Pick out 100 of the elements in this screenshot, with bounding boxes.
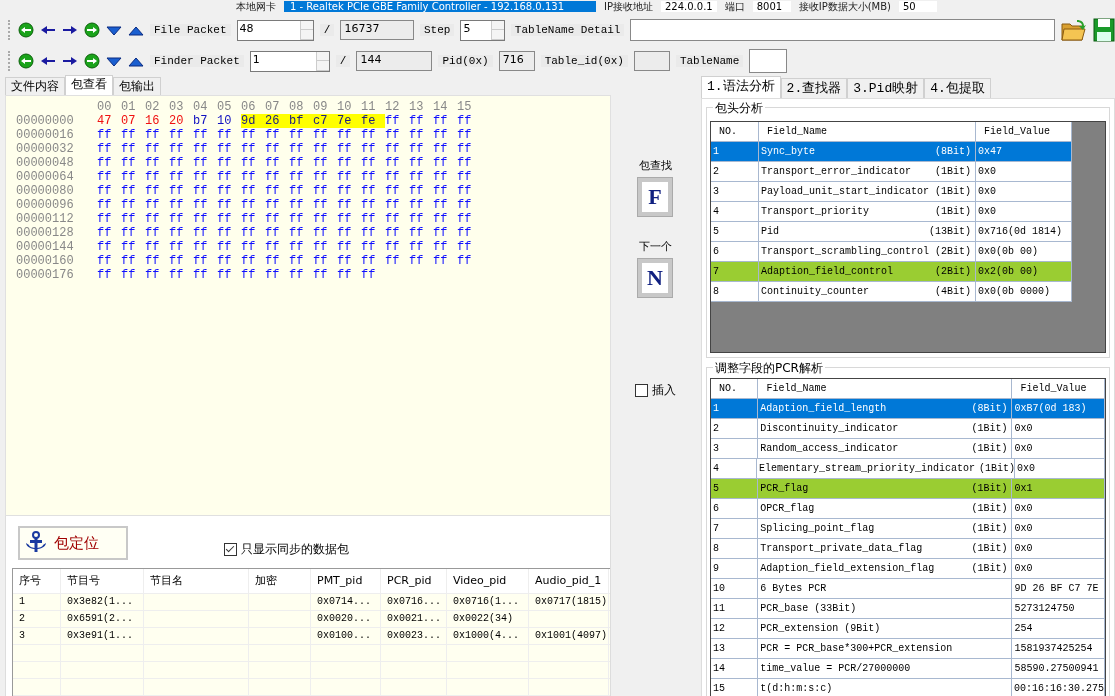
table-row[interactable]: 3 Random_access_indicator (1Bit) 0x0 [711, 439, 1105, 459]
hex-byte: ff [337, 198, 353, 212]
bit-width: (1Bit) [934, 165, 971, 179]
column-header[interactable]: 节目号 [61, 569, 144, 593]
field-name: PCR_flag [760, 482, 809, 496]
hex-byte: ff [313, 254, 329, 268]
hex-byte: ff [289, 254, 305, 268]
hex-byte: ff [337, 226, 353, 240]
hex-byte: ff [145, 184, 161, 198]
column-header[interactable]: PCR_pid [381, 569, 447, 593]
tab[interactable]: 文件内容 [5, 77, 65, 95]
save-icon[interactable] [1093, 18, 1115, 42]
field-value: 0x0 [1014, 502, 1033, 516]
spin-field[interactable]: 5 [460, 19, 505, 41]
table-row[interactable]: 1 Sync_byte (8Bit) 0x47 [711, 142, 1072, 162]
column-header[interactable]: Audio_pid_1 [529, 569, 609, 593]
hex-byte: ff [457, 198, 473, 212]
field-label: 端口 [724, 0, 745, 14]
field-value: 0x0 [978, 205, 996, 219]
spin-buttons[interactable] [315, 51, 329, 71]
tab[interactable]: 4.包提取 [924, 78, 991, 98]
column-header[interactable]: 序号 [13, 569, 61, 593]
table-row[interactable]: 3 Payload_unit_start_indicator (1Bit) 0x0 [711, 182, 1072, 202]
table-row[interactable]: 15 t(d:h:m:s:c) 00:16:16:30.275 [711, 679, 1105, 696]
hex-byte: ff [337, 212, 353, 226]
next-button[interactable]: N [637, 258, 673, 298]
table-row[interactable]: 4 Transport_priority (1Bit) 0x0 [711, 202, 1072, 222]
hex-byte: ff [337, 268, 353, 282]
hex-byte: ff [337, 128, 353, 142]
checkbox[interactable] [224, 542, 237, 556]
input-field[interactable]: 50 [899, 1, 937, 12]
hex-byte: ff [313, 170, 329, 184]
table-row[interactable]: 11 PCR_base (33Bit) 5273124750 [711, 599, 1105, 619]
field-value: 0x0 [1014, 442, 1033, 456]
table-row[interactable]: 1 Adaption_field_length (8Bit) 0xB7(0d 183) [711, 399, 1105, 419]
table-row[interactable]: 5 PCR_flag (1Bit) 0x1 [711, 479, 1105, 499]
table-row[interactable]: 6 OPCR_flag (1Bit) 0x0 [711, 499, 1105, 519]
table-row[interactable]: 8 Transport_private_data_flag (1Bit) 0x0 [711, 539, 1105, 559]
field-name: Elementary_stream_priority_indicator [759, 462, 976, 476]
hex-byte: ff [265, 268, 281, 282]
first-icon[interactable] [18, 53, 34, 69]
column-header[interactable]: Video_pid [447, 569, 529, 593]
hex-byte: fe [361, 114, 385, 128]
table-cell: 0x3e91(1... [61, 628, 144, 644]
hex-byte: ff [433, 170, 449, 184]
offset-label: 00000032 [16, 142, 75, 156]
input-field[interactable] [749, 49, 788, 73]
table-row[interactable]: 4 Elementary_stream_priority_indicator (1Bit) 0x0 [711, 459, 1105, 479]
table-row[interactable]: 2 Discontinuity_indicator (1Bit) 0x0 [711, 419, 1105, 439]
field-value: 0x716(0d 1814) [978, 225, 1062, 239]
field-name: Pid [761, 225, 779, 239]
toolbar-grip[interactable] [8, 51, 12, 71]
table-row[interactable]: 7 Splicing_point_flag (1Bit) 0x0 [711, 519, 1105, 539]
last-icon[interactable] [84, 53, 100, 69]
table-row[interactable]: 9 Adaption_field_extension_flag (1Bit) 0x0 [711, 559, 1105, 579]
tab[interactable]: 3.Pid映射 [847, 78, 925, 98]
column-header[interactable]: 加密 [249, 569, 311, 593]
hex-byte: ff [289, 240, 305, 254]
tab[interactable]: 包查看 [65, 75, 113, 95]
table-cell: 0x3e82(1... [61, 594, 144, 610]
table-row[interactable]: 2 Transport_error_indicator (1Bit) 0x0 [711, 162, 1072, 182]
table-row[interactable]: 13 PCR = PCR_base*300+PCR_extension 1581937425254 [711, 639, 1105, 659]
folder-icon[interactable] [1061, 18, 1087, 42]
spin-field[interactable]: 1 [249, 50, 330, 72]
adapter-dropdown[interactable]: 1 - Realtek PCIe GBE Family Controller - 192.168.0.131 [284, 1, 596, 12]
tab[interactable]: 包输出 [113, 77, 161, 95]
offset-label: 00000000 [16, 114, 75, 128]
find-button[interactable]: F [637, 177, 673, 217]
field-label: 接收IP数据大小(MB) [798, 0, 891, 14]
hex-byte: ff [145, 268, 161, 282]
hex-byte: ff [121, 128, 137, 142]
table-row[interactable]: 6 Transport_scrambling_control (2Bit) 0x0(0b 00) [711, 242, 1072, 262]
spin-buttons[interactable] [490, 20, 504, 40]
hex-byte: ff [265, 254, 281, 268]
table-row[interactable]: 7 Adaption_field_control (2Bit) 0x2(0b 00) [711, 262, 1072, 282]
spin-field[interactable]: 48 [236, 19, 314, 41]
column-header[interactable]: 节目名 [144, 569, 249, 593]
insert-checkbox[interactable]: 插入 [634, 382, 676, 399]
first-icon[interactable] [17, 22, 34, 38]
table-row[interactable]: 12 PCR_extension (9Bit) 254 [711, 619, 1105, 639]
checkbox[interactable] [634, 384, 648, 397]
input-field[interactable]: 8001 [752, 1, 791, 12]
table-row[interactable]: 8 Continuity_counter (4Bit) 0x0(0b 0000) [711, 282, 1072, 302]
tab[interactable]: 1.语法分析 [701, 76, 781, 98]
toolbar-grip[interactable] [8, 20, 12, 40]
field-label: TableName [675, 55, 744, 67]
spin-buttons[interactable] [299, 20, 313, 40]
table-row[interactable]: 14 time_value = PCR/27000000 58590.27500941 [711, 659, 1105, 679]
column-header[interactable]: PMT_pid [311, 569, 381, 593]
tab[interactable]: 2.查找器 [780, 78, 848, 98]
input-field[interactable]: 224.0.0.1 [661, 1, 717, 12]
sync-only-checkbox[interactable]: 只显示同步的数据包 [224, 540, 349, 558]
table-row[interactable]: 10 6 Bytes PCR 9D 26 BF C7 7E [711, 579, 1105, 599]
locate-button[interactable]: 包定位 [18, 526, 128, 560]
table-row[interactable]: 5 Pid (13Bit) 0x716(0d 1814) [711, 222, 1072, 242]
hex-byte: ff [169, 254, 185, 268]
hex-byte: ff [457, 142, 473, 156]
last-icon[interactable] [83, 22, 100, 38]
input-field[interactable] [630, 19, 1055, 41]
hex-byte: b7 [193, 114, 209, 128]
